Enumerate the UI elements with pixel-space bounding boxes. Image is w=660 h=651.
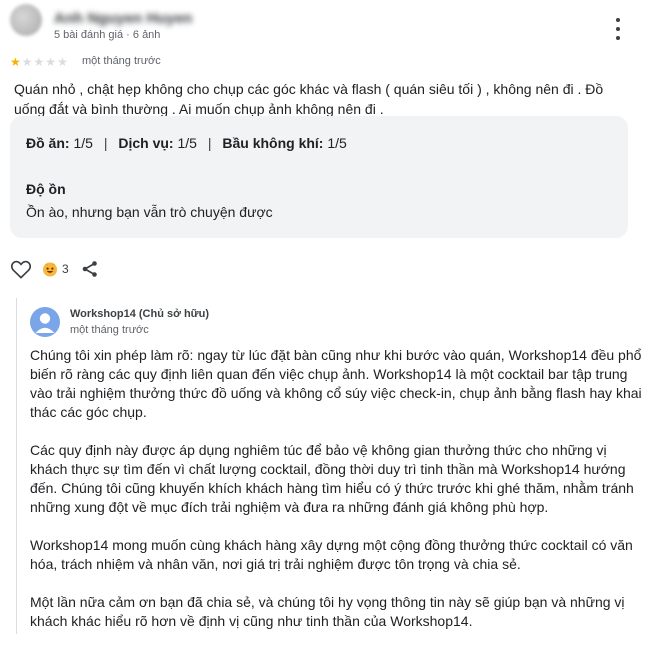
reply-paragraph: Workshop14 mong muốn cùng khách hàng xây… xyxy=(30,537,633,572)
service-value: 1/5 xyxy=(177,135,197,151)
star-icon: ★ xyxy=(21,55,33,69)
review-text: Quán nhỏ , chật hẹp không cho chụp các g… xyxy=(14,81,604,117)
ratings-line: Đồ ăn: 1/5 | Dịch vụ: 1/5 | Bầu không kh… xyxy=(26,135,347,151)
star-icon: ★ xyxy=(10,55,21,69)
owner-name: Workshop14 (Chủ sở hữu) xyxy=(70,308,210,320)
service-label: Dịch vụ: xyxy=(118,135,174,151)
star-rating: ★ ★ ★ ★ ★ xyxy=(10,56,68,68)
noise-value: Ồn ào, nhưng bạn vẫn trò chuyện được xyxy=(26,204,273,220)
reply-paragraph: Chúng tôi xin phép làm rõ: ngay từ lúc đ… xyxy=(30,347,642,420)
person-icon xyxy=(35,313,55,333)
reply-divider xyxy=(16,298,17,634)
atmosphere-label: Bầu không khí: xyxy=(222,135,324,151)
owner-avatar xyxy=(30,307,60,337)
star-icon: ★ xyxy=(33,55,45,69)
noise-label: Độ ồn xyxy=(26,181,66,197)
reaction-count: 3 xyxy=(62,262,69,276)
reviewer-avatar[interactable] xyxy=(10,4,42,36)
more-vert-icon[interactable] xyxy=(608,18,628,40)
star-icon: ★ xyxy=(45,55,57,69)
review-actions: 3 xyxy=(10,258,99,280)
owner-reply-time: một tháng trước xyxy=(70,324,149,336)
food-value: 1/5 xyxy=(73,135,93,151)
share-icon[interactable] xyxy=(81,260,99,278)
food-label: Đồ ăn: xyxy=(26,135,70,151)
reply-paragraph: Một lần nữa cảm ơn bạn đã chia sẻ, và ch… xyxy=(30,594,625,629)
review-time: một tháng trước xyxy=(82,55,161,67)
atmosphere-value: 1/5 xyxy=(327,135,347,151)
reviewer-name[interactable]: Anh Nguyen Huyen xyxy=(54,10,192,27)
emoji-reaction-icon[interactable] xyxy=(42,261,58,277)
star-icon: ★ xyxy=(57,55,68,69)
separator: | xyxy=(207,135,212,151)
heart-icon[interactable] xyxy=(10,259,32,279)
reviewer-meta: 5 bài đánh giá · 6 ảnh xyxy=(54,29,161,41)
separator: | xyxy=(103,135,108,151)
reply-paragraph: Các quy định này được áp dụng nghiêm túc… xyxy=(30,442,634,515)
attribute-ratings: Đồ ăn: 1/5 | Dịch vụ: 1/5 | Bầu không kh… xyxy=(10,116,628,238)
owner-reply-text: Chúng tôi xin phép làm rõ: ngay từ lúc đ… xyxy=(30,346,642,650)
